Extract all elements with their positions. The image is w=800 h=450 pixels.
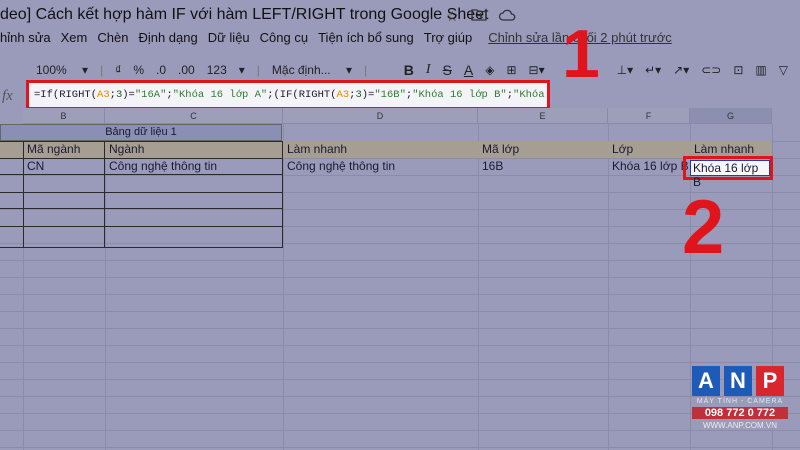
- header-cell-e[interactable]: Mã lớp: [478, 141, 608, 158]
- grid-line: [0, 311, 800, 312]
- font-label: Mặc định...: [271, 63, 331, 77]
- divider: |: [363, 63, 368, 77]
- table-border: [0, 192, 283, 209]
- increase-decimal-button[interactable]: .00: [178, 63, 195, 77]
- menu-edit[interactable]: hỉnh sửa: [0, 30, 51, 52]
- column-header-d[interactable]: D: [283, 108, 478, 124]
- cloud-icon[interactable]: [498, 8, 516, 25]
- menu-addons[interactable]: Tiện ích bổ sung: [318, 30, 414, 52]
- menu-help[interactable]: Trợ giúp: [424, 30, 473, 52]
- column-header-c[interactable]: C: [105, 108, 283, 124]
- grid-line: [0, 447, 800, 448]
- zoom-select[interactable]: 100% ▾: [36, 63, 88, 77]
- fill-color-icon[interactable]: ◈: [485, 63, 494, 77]
- data-cell-d[interactable]: Công nghệ thông tin: [283, 158, 478, 175]
- logo-letter-p: P: [756, 366, 784, 396]
- logo-letter-n: N: [724, 366, 752, 396]
- formula-token: A3: [97, 89, 110, 101]
- grid-line: [0, 379, 800, 380]
- formula-token: "Khóa 16 lớp A": [172, 89, 268, 101]
- document-title[interactable]: deo] Cách kết hợp hàm IF với hàm LEFT/RI…: [0, 6, 488, 24]
- grid-line: [0, 413, 800, 414]
- active-cell-value[interactable]: Khóa 16 lớp B: [690, 160, 770, 189]
- text-color-button[interactable]: A: [464, 62, 473, 78]
- logo-phone: 098 772 0 772: [692, 407, 788, 419]
- bold-button[interactable]: B: [404, 62, 414, 78]
- data-cell-f[interactable]: Khóa 16 lớp B: [608, 158, 690, 175]
- chart-icon[interactable]: ▥: [755, 63, 766, 77]
- menu-view[interactable]: Xem: [61, 30, 88, 52]
- valign-icon[interactable]: ⊥▾: [617, 63, 633, 77]
- data-cell-e[interactable]: 16B: [478, 158, 608, 175]
- formula-token: )=: [122, 89, 135, 101]
- title-icons: ☆: [446, 8, 516, 25]
- italic-button[interactable]: I: [426, 62, 431, 78]
- zoom-value: 100%: [36, 63, 67, 77]
- formula-token: =If(RIGHT(: [34, 89, 98, 101]
- divider: |: [256, 63, 260, 77]
- grid-line: [0, 362, 800, 363]
- grid-line: [0, 260, 800, 261]
- table-border: [0, 158, 283, 175]
- formula-token: "16A": [134, 89, 167, 101]
- column-header-e[interactable]: E: [478, 108, 608, 124]
- more-formats-label: 123: [206, 63, 227, 77]
- column-header-g[interactable]: G: [690, 108, 772, 124]
- formula-input[interactable]: =If(RIGHT(A3; 3)= "16A"; "Khóa 16 lớp A" ;(I…: [26, 80, 550, 110]
- grid-line: [0, 396, 800, 397]
- link-icon[interactable]: ⊂⊃: [701, 63, 721, 77]
- grid-line: [0, 294, 800, 295]
- formula-token: "Khóa 16 lớp B": [412, 89, 507, 101]
- more-formats-button[interactable]: 123 ▾: [207, 63, 245, 77]
- toolbar: 100% ▾ | ₫ % .0 .00 123 ▾ | Mặc định... ▾…: [0, 58, 800, 82]
- logo-web: WWW.ANP.COM.VN: [702, 421, 778, 430]
- font-size-stepper[interactable]: [379, 63, 392, 77]
- logo-tagline: MÁY TÍNH - CAMERA: [696, 398, 784, 405]
- filter-icon[interactable]: ▽: [779, 63, 788, 77]
- menu-insert[interactable]: Chèn: [97, 30, 128, 52]
- logo-letter-a: A: [692, 366, 720, 396]
- borders-icon[interactable]: ⊞: [506, 63, 516, 77]
- formula-token: "16B": [374, 89, 406, 101]
- table-border: [0, 226, 283, 248]
- active-cell-g[interactable]: Khóa 16 lớp B: [683, 156, 773, 189]
- merge-icon[interactable]: ⊟▾: [529, 63, 545, 77]
- decrease-decimal-button[interactable]: .0: [156, 63, 166, 77]
- annotation-two: 2: [682, 185, 725, 270]
- percent-button[interactable]: %: [133, 63, 144, 77]
- annotation-one: 1: [562, 16, 600, 92]
- grid-line: [0, 277, 800, 278]
- menu-format[interactable]: Định dạng: [138, 30, 197, 52]
- grid-line: [0, 430, 800, 431]
- font-select[interactable]: Mặc định... ▾: [272, 63, 352, 77]
- menu-data[interactable]: Dữ liệu: [208, 30, 250, 52]
- currency-button[interactable]: ₫: [115, 63, 121, 77]
- formula-token: A3: [336, 89, 350, 101]
- column-header-f[interactable]: F: [608, 108, 690, 124]
- grid-line: [0, 328, 800, 329]
- header-cell-d[interactable]: Làm nhanh: [283, 141, 478, 158]
- strikethrough-button[interactable]: S: [443, 62, 452, 78]
- formula-token: ;(IF(RIGHT(: [267, 89, 337, 101]
- folder-move-icon[interactable]: [470, 8, 487, 25]
- menu-tools[interactable]: Công cụ: [260, 30, 308, 52]
- grid-line: [0, 345, 800, 346]
- header-cell-f[interactable]: Lớp: [608, 141, 690, 158]
- divider: |: [100, 63, 104, 77]
- column-header-b[interactable]: B: [23, 108, 105, 124]
- rotate-icon[interactable]: ↗▾: [673, 63, 689, 77]
- anp-logo: A N P MÁY TÍNH - CAMERA 098 772 0 772 WW…: [692, 366, 788, 430]
- star-icon[interactable]: ☆: [446, 8, 459, 25]
- comment-icon[interactable]: ⊡: [733, 63, 743, 77]
- formula-token: "Khóa 16": [513, 89, 547, 101]
- formula-token: )=: [361, 89, 375, 101]
- fx-icon: fx: [2, 88, 13, 104]
- wrap-icon[interactable]: ↵▾: [645, 63, 661, 77]
- merged-table-title[interactable]: Bảng dữ liệu 1: [0, 124, 282, 141]
